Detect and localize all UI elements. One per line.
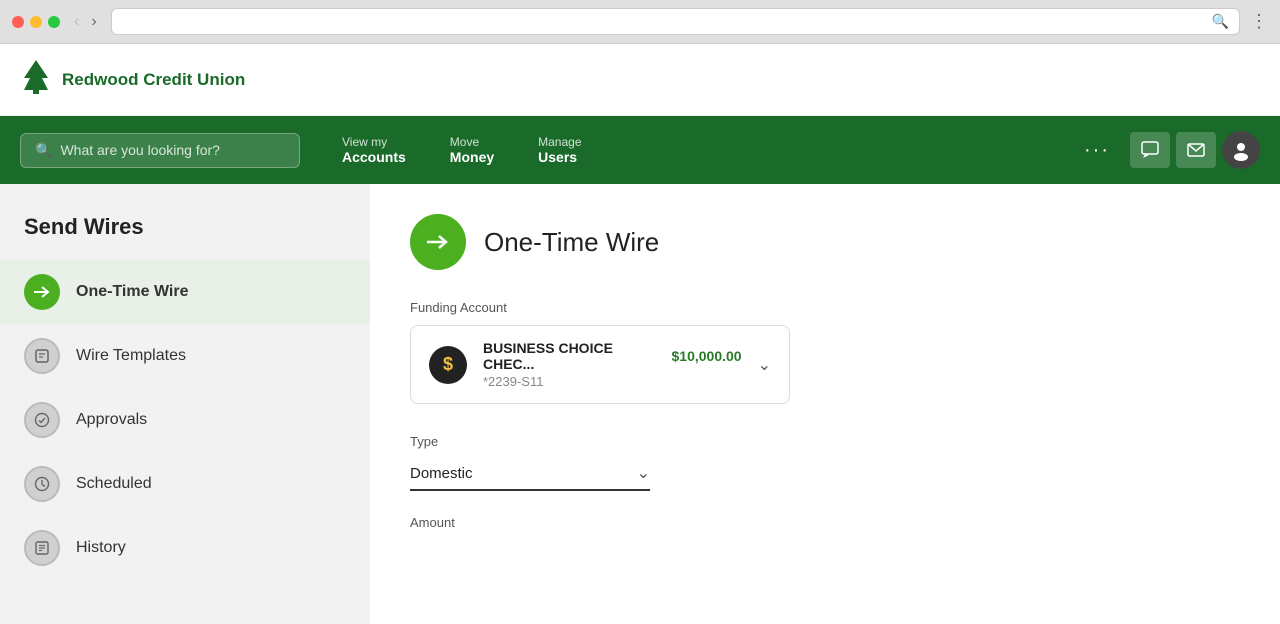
minimize-button[interactable] [30,16,42,28]
browser-chrome: ‹ › 🔍 ⋮ [0,0,1280,44]
sidebar-scheduled-label: Scheduled [76,475,152,493]
app-header: Redwood Credit Union [0,44,1280,116]
traffic-lights [12,16,60,28]
nav-users-top: Manage [538,135,581,149]
type-section: Type Domestic ⌄ [410,434,1240,491]
nav-money-top: Move [450,135,479,149]
logo-area: Redwood Credit Union [20,58,245,101]
search-icon: 🔍 [35,142,52,159]
account-name-amount: BUSINESS CHOICE CHEC... $10,000.00 [483,340,742,372]
nav-bar: 🔍 What are you looking for? View my Acco… [0,116,1280,184]
sidebar-wire-templates-label: Wire Templates [76,347,186,365]
address-bar[interactable]: 🔍 [111,8,1240,35]
page-icon [410,214,466,270]
nav-accounts-top: View my [342,135,387,149]
wire-templates-icon [24,338,60,374]
address-search-icon: 🔍 [1212,13,1229,30]
sidebar-item-one-time-wire[interactable]: One-Time Wire [0,260,370,324]
content-area: Send Wires One-Time Wire [0,184,1280,624]
sidebar-item-approvals[interactable]: Approvals [0,388,370,452]
account-amount: $10,000.00 [672,348,742,364]
sidebar-history-label: History [76,539,126,557]
funding-account-label: Funding Account [410,300,1240,315]
account-dropdown-chevron: ⌄ [758,355,771,375]
nav-accounts-bottom: Accounts [342,149,406,165]
type-chevron: ⌄ [637,463,650,483]
sidebar: Send Wires One-Time Wire [0,184,370,624]
account-number: *2239-S11 [483,374,742,389]
forward-button[interactable]: › [87,11,100,33]
one-time-wire-icon [24,274,60,310]
sidebar-item-scheduled[interactable]: Scheduled [0,452,370,516]
account-card[interactable]: $ BUSINESS CHOICE CHEC... $10,000.00 *22… [410,325,790,404]
search-box[interactable]: 🔍 What are you looking for? [20,133,300,168]
main-panel: One-Time Wire Funding Account $ BUSINESS… [370,184,1280,624]
sidebar-item-history[interactable]: History [0,516,370,580]
nav-arrows: ‹ › [70,11,101,33]
nav-item-users[interactable]: Manage Users [516,125,603,175]
chat-icon[interactable] [1130,132,1170,168]
amount-label: Amount [410,515,1240,530]
app: Redwood Credit Union 🔍 What are you look… [0,44,1280,624]
nav-right: ··· [1070,131,1260,170]
nav-item-money[interactable]: Move Money [428,125,516,175]
maximize-button[interactable] [48,16,60,28]
account-info: BUSINESS CHOICE CHEC... $10,000.00 *2239… [483,340,742,389]
nav-money-bottom: Money [450,149,494,165]
page-title: One-Time Wire [484,227,659,258]
nav-item-accounts[interactable]: View my Accounts [320,125,428,175]
sidebar-title: Send Wires [0,204,370,260]
nav-more-button[interactable]: ··· [1070,131,1124,170]
approvals-icon [24,402,60,438]
close-button[interactable] [12,16,24,28]
logo-icon [20,58,52,101]
type-select[interactable]: Domestic ⌄ [410,457,650,491]
logo-text: Redwood Credit Union [62,70,245,90]
browser-more-button[interactable]: ⋮ [1250,11,1268,32]
mail-icon[interactable] [1176,132,1216,168]
dollar-icon: $ [429,346,467,384]
sidebar-one-time-wire-label: One-Time Wire [76,283,188,301]
back-button[interactable]: ‹ [70,11,83,33]
page-header: One-Time Wire [410,214,1240,270]
type-label: Type [410,434,1240,449]
account-name: BUSINESS CHOICE CHEC... [483,340,662,372]
nav-items: View my Accounts Move Money Manage Users [320,125,1070,175]
sidebar-item-wire-templates[interactable]: Wire Templates [0,324,370,388]
type-value: Domestic [410,465,473,482]
search-placeholder: What are you looking for? [60,142,220,158]
history-icon [24,530,60,566]
nav-users-bottom: Users [538,149,577,165]
scheduled-icon [24,466,60,502]
sidebar-approvals-label: Approvals [76,411,147,429]
user-avatar[interactable] [1222,131,1260,169]
